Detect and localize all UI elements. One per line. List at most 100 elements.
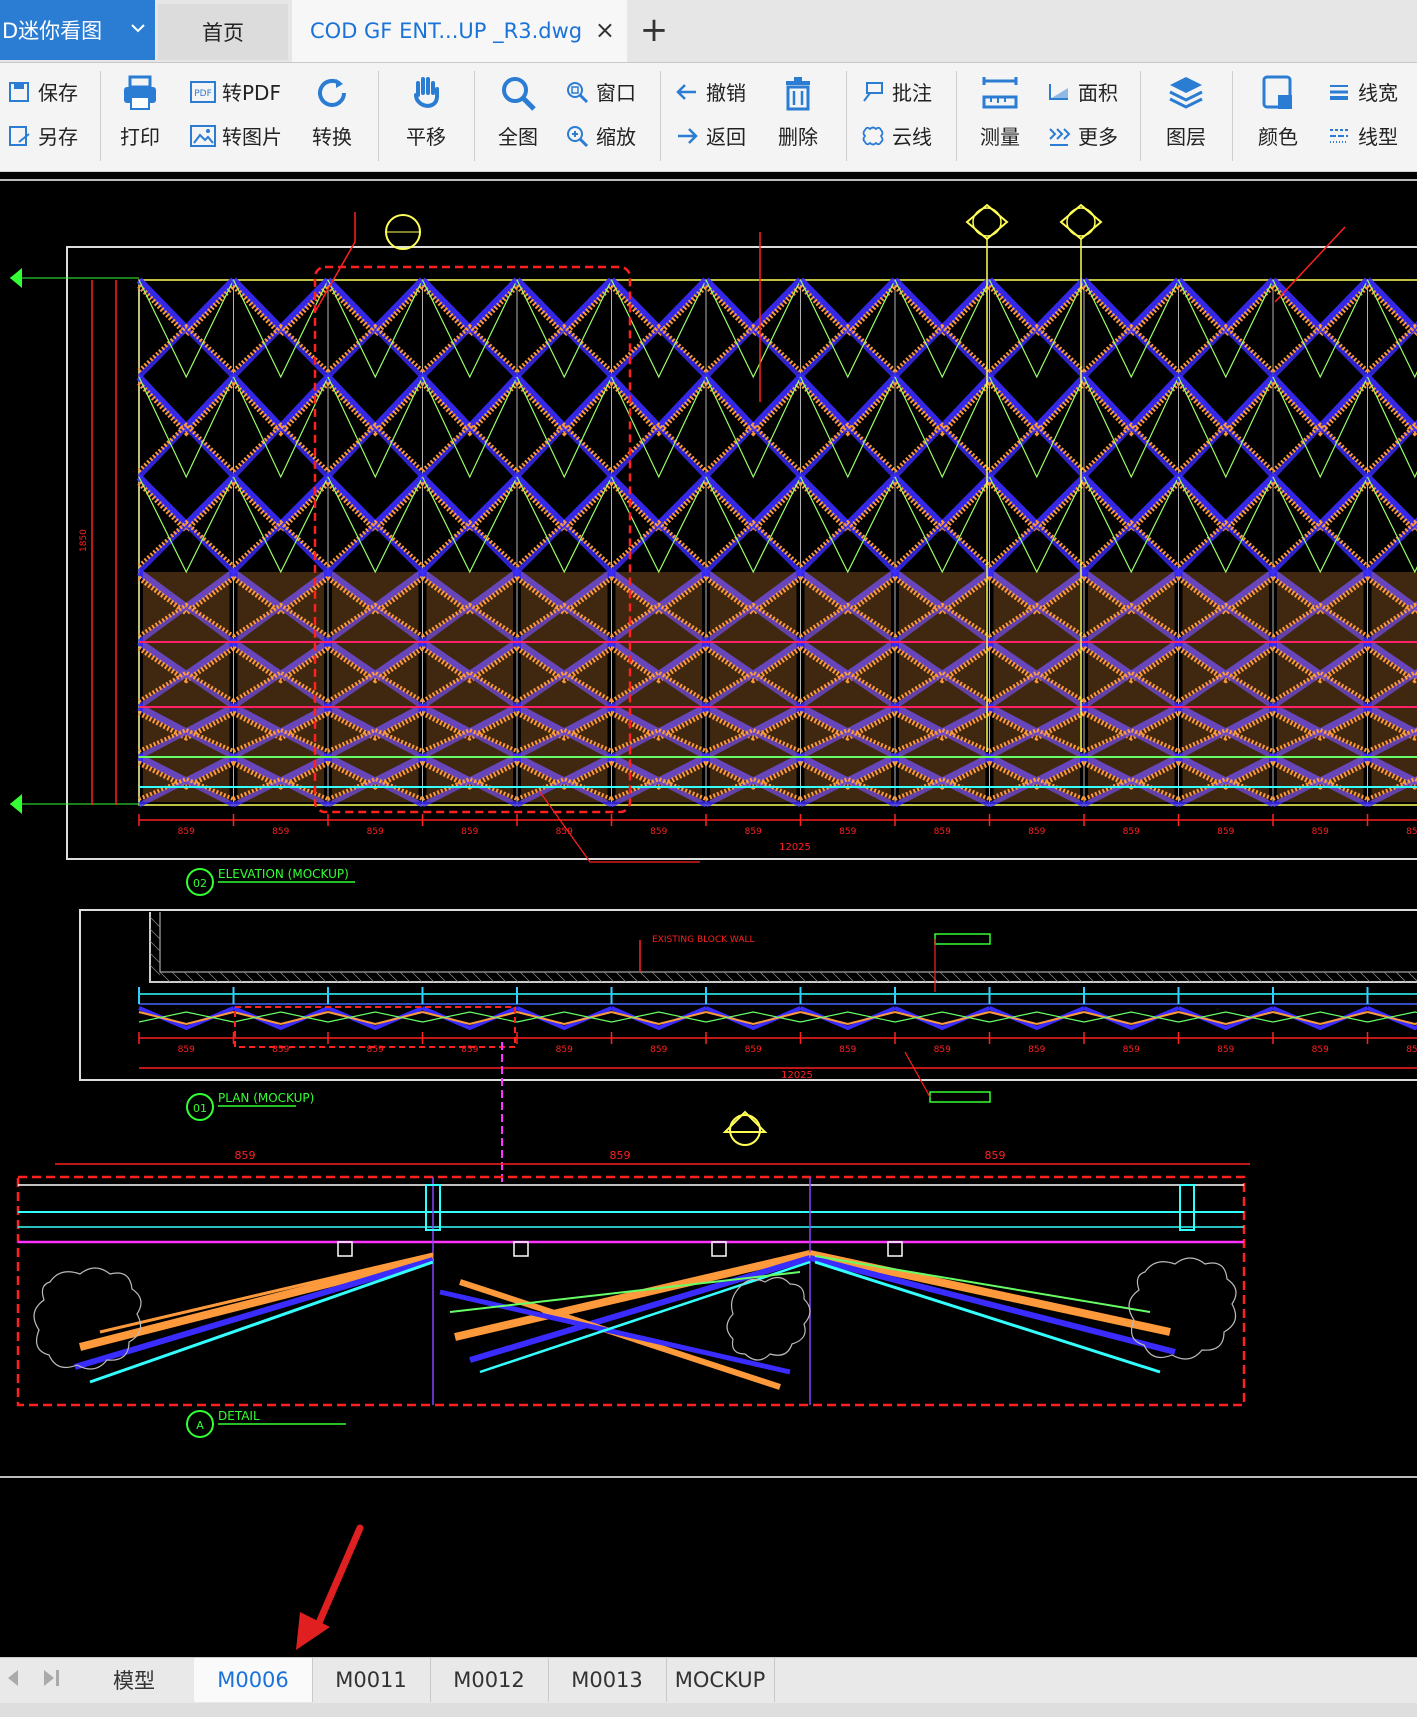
sheet-tab[interactable]: 模型 xyxy=(74,1658,195,1702)
status-bar xyxy=(0,1703,1417,1717)
line-width-label: 线宽 xyxy=(1358,81,1398,105)
zoom-label: 缩放 xyxy=(596,125,636,149)
tab-file-label: COD GF ENT...UP _R3.dwg xyxy=(310,19,583,43)
color-button[interactable]: 颜色 xyxy=(1256,71,1300,150)
existing-wall-note: EXISTING BLOCK WALL xyxy=(652,935,755,945)
zoom-window-icon xyxy=(564,79,590,105)
annotate-label: 批注 xyxy=(892,81,932,105)
svg-text:859: 859 xyxy=(1028,1045,1045,1055)
sheet-tab[interactable]: M0011 xyxy=(312,1658,431,1702)
svg-text:859: 859 xyxy=(1312,1045,1329,1055)
svg-text:859: 859 xyxy=(650,827,667,837)
area-label: 面积 xyxy=(1078,81,1118,105)
save-as-label: 另存 xyxy=(38,125,78,149)
app-menu-button[interactable]: D迷你看图 xyxy=(0,0,155,60)
svg-text:859: 859 xyxy=(839,827,856,837)
sheet-tab[interactable]: M0013 xyxy=(548,1658,667,1702)
line-width-button[interactable]: 线宽 xyxy=(1326,77,1398,106)
last-sheet-icon[interactable] xyxy=(40,1668,62,1693)
detail-dim-3: 859 xyxy=(985,1149,1006,1162)
svg-text:859: 859 xyxy=(839,1045,856,1055)
elevation-view: 1850 859 859 859 859 859 859 859 859 859 859 859 85… xyxy=(10,203,1417,896)
svg-text:859: 859 xyxy=(272,827,289,837)
plan-total-width: 12025 xyxy=(781,1070,813,1081)
more-label: 更多 xyxy=(1078,125,1118,149)
plan-dimensions: 859 859 859 859 859 859 859 859 859 859 859 859 859 8… xyxy=(138,1032,1417,1055)
line-type-button[interactable]: 线型 xyxy=(1326,121,1398,150)
pan-button[interactable]: 平移 xyxy=(404,71,448,150)
delete-label: 删除 xyxy=(778,125,818,149)
tab-file[interactable]: COD GF ENT...UP _R3.dwg × xyxy=(292,0,627,62)
prev-sheet-icon[interactable] xyxy=(4,1668,22,1693)
cloud-line-label: 云线 xyxy=(892,125,932,149)
redo-arrow-icon xyxy=(674,123,700,149)
more-button[interactable]: 更多 xyxy=(1046,121,1118,150)
detail-number: A xyxy=(196,1419,204,1432)
convert-button[interactable]: 转换 xyxy=(310,71,354,150)
plan-number: 01 xyxy=(193,1102,207,1115)
hand-icon xyxy=(404,71,448,115)
detail-blades xyxy=(74,1250,1176,1390)
undo-arrow-icon xyxy=(674,79,700,105)
chevron-down-icon xyxy=(129,18,147,42)
full-view-button[interactable]: 全图 xyxy=(496,71,540,150)
new-tab-button[interactable]: + xyxy=(636,10,672,50)
annotate-button[interactable]: 批注 xyxy=(860,77,932,106)
to-pdf-label: 转PDF xyxy=(222,81,281,105)
cloud-line-button[interactable]: 云线 xyxy=(860,121,932,150)
pan-label: 平移 xyxy=(406,125,446,149)
elevation-number: 02 xyxy=(193,877,207,890)
detail-dim-2: 859 xyxy=(610,1149,631,1162)
save-as-button[interactable]: 另存 xyxy=(6,121,78,150)
elevation-dimensions: 859 859 859 859 859 859 859 859 859 859 859 859 859 8… xyxy=(138,814,1417,837)
save-button[interactable]: 保存 xyxy=(6,77,78,106)
sheet-tab[interactable]: M0006 xyxy=(194,1658,313,1702)
to-image-label: 转图片 xyxy=(222,125,282,149)
save-as-icon xyxy=(6,123,32,149)
layout-tab-bar: 模型 M0006 M0011 M0012 M0013 MOCKUP xyxy=(0,1657,1417,1704)
layers-button[interactable]: 图层 xyxy=(1164,71,1208,150)
svg-text:859: 859 xyxy=(461,827,478,837)
toolbar-divider xyxy=(378,71,379,161)
drawing-canvas[interactable]: 1850 859 859 859 859 859 859 859 859 859 859 859 85… xyxy=(0,172,1417,1657)
svg-text:859: 859 xyxy=(1312,827,1329,837)
area-icon xyxy=(1046,79,1072,105)
panel-pattern xyxy=(136,277,1417,808)
tab-home-label: 首页 xyxy=(202,21,244,45)
measure-label: 测量 xyxy=(980,125,1020,149)
sheet-tab[interactable]: MOCKUP xyxy=(666,1658,775,1702)
area-button[interactable]: 面积 xyxy=(1046,77,1118,106)
line-type-icon xyxy=(1326,123,1352,149)
trash-icon xyxy=(776,71,820,115)
to-image-button[interactable]: 转图片 xyxy=(190,121,282,150)
measure-button[interactable]: 测量 xyxy=(978,71,1022,150)
window-zoom-button[interactable]: 窗口 xyxy=(564,77,636,106)
detail-dim-1: 859 xyxy=(235,1149,256,1162)
annotation-arrow xyxy=(296,1524,364,1650)
toolbar-divider xyxy=(100,71,101,161)
layers-icon xyxy=(1164,71,1208,115)
svg-text:859: 859 xyxy=(178,827,195,837)
tab-home[interactable]: 首页 xyxy=(158,4,288,60)
to-pdf-button[interactable]: PDF 转PDF xyxy=(190,77,281,106)
sheet-tab[interactable]: M0012 xyxy=(430,1658,549,1702)
undo-button[interactable]: 撤销 xyxy=(674,77,746,106)
svg-text:859: 859 xyxy=(367,827,384,837)
color-label: 颜色 xyxy=(1258,125,1298,149)
print-button[interactable]: 打印 xyxy=(118,71,162,150)
delete-button[interactable]: 删除 xyxy=(776,71,820,150)
svg-text:859: 859 xyxy=(650,1045,667,1055)
save-icon xyxy=(6,79,32,105)
zoom-button[interactable]: 缩放 xyxy=(564,121,636,150)
detail-title: DETAIL xyxy=(218,1409,260,1423)
svg-text:PDF: PDF xyxy=(194,89,212,99)
svg-text:859: 859 xyxy=(745,1045,762,1055)
back-button[interactable]: 返回 xyxy=(674,121,746,150)
convert-label: 转换 xyxy=(312,125,352,149)
pdf-icon: PDF xyxy=(190,79,216,105)
more-icon xyxy=(1046,123,1072,149)
cad-drawing: 1850 859 859 859 859 859 859 859 859 859 859 859 85… xyxy=(0,179,1417,1650)
svg-text:859: 859 xyxy=(1123,827,1140,837)
close-icon[interactable]: × xyxy=(595,16,615,44)
toolbar-divider xyxy=(660,71,661,161)
